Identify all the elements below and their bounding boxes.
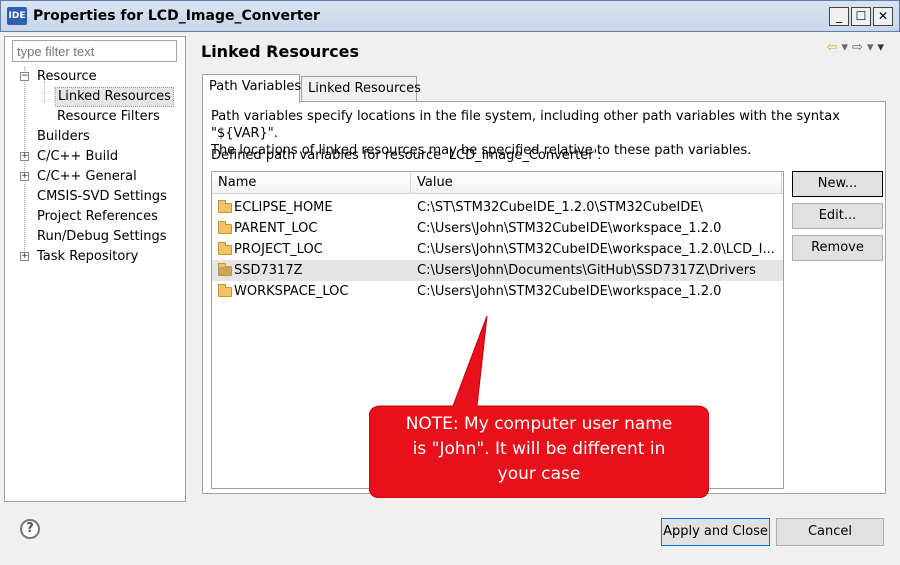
tree-item-linked-resources[interactable]: Linked Resources (5, 87, 185, 107)
apply-and-close-button[interactable]: Apply and Close (661, 518, 770, 546)
expand-icon[interactable]: + (20, 172, 29, 181)
variable-value: C:\Users\John\Documents\GitHub\SSD7317Z\… (417, 263, 756, 278)
column-header-value[interactable]: Value (411, 172, 782, 194)
tab-path-variables[interactable]: Path Variables (202, 74, 301, 103)
table-row[interactable]: WORKSPACE_LOC C:\Users\John\STM32CubeIDE… (212, 281, 783, 302)
tree-item-resource[interactable]: − Resource (5, 67, 185, 87)
tree-item-cmsis-svd-settings[interactable]: CMSIS-SVD Settings (5, 187, 185, 207)
tree-item-label: Project References (37, 209, 158, 224)
defined-variables-label: Defined path variables for resource 'LCD… (211, 148, 602, 163)
description-line: Path variables specify locations in the … (211, 109, 840, 141)
tree-item-cpp-general[interactable]: + C/C++ General (5, 167, 185, 187)
help-icon[interactable]: ? (20, 519, 40, 539)
variable-value: C:\Users\John\STM32CubeIDE\workspace_1.2… (417, 242, 775, 257)
ide-app-icon: IDE (7, 7, 27, 25)
tab-linked-resources[interactable]: Linked Resources (301, 76, 421, 102)
tree-item-run-debug-settings[interactable]: Run/Debug Settings (5, 227, 185, 247)
table-row[interactable]: PARENT_LOC C:\Users\John\STM32CubeIDE\wo… (212, 218, 783, 239)
tree-item-task-repository[interactable]: + Task Repository (5, 247, 185, 267)
edit-button[interactable]: Edit... (792, 203, 883, 229)
folder-icon (218, 263, 232, 276)
tree-item-label: CMSIS-SVD Settings (37, 189, 167, 204)
tree-item-resource-filters[interactable]: Resource Filters (5, 107, 185, 127)
properties-dialog: − Resource Linked Resources Resource Fil… (0, 32, 900, 565)
variable-name: SSD7317Z (234, 263, 303, 278)
tree-item-label: Linked Resources (55, 87, 174, 107)
new-button[interactable]: New... (792, 171, 883, 197)
page-title: Linked Resources (201, 42, 359, 61)
tree-item-label: Builders (37, 129, 90, 144)
tree-item-cpp-build[interactable]: + C/C++ Build (5, 147, 185, 167)
window-title: Properties for LCD_Image_Converter (33, 8, 320, 24)
folder-icon (218, 200, 232, 213)
table-row[interactable]: PROJECT_LOC C:\Users\John\STM32CubeIDE\w… (212, 239, 783, 260)
tree-item-label: C/C++ General (37, 169, 137, 184)
variable-value: C:\Users\John\STM32CubeIDE\workspace_1.2… (417, 221, 722, 236)
folder-icon (218, 242, 232, 255)
maximize-button[interactable]: ☐ (851, 7, 871, 26)
left-navigation: − Resource Linked Resources Resource Fil… (4, 36, 186, 502)
forward-arrow-icon[interactable]: ⇨ (852, 40, 867, 55)
forward-menu-chevron-icon[interactable]: ▾ (867, 40, 878, 55)
back-menu-chevron-icon[interactable]: ▾ (842, 40, 853, 55)
callout-line: is "John". It will be different in (412, 439, 666, 459)
tree-item-project-references[interactable]: Project References (5, 207, 185, 227)
view-menu-chevron-icon[interactable]: ▾ (877, 40, 888, 55)
table-header: Name Value (212, 172, 783, 194)
back-arrow-icon[interactable]: ⇦ (827, 40, 842, 55)
callout-line: NOTE: My computer user name (405, 414, 673, 434)
folder-icon (218, 221, 232, 234)
close-button[interactable]: ✕ (873, 7, 893, 26)
variable-name: ECLIPSE_HOME (234, 200, 333, 215)
note-callout: NOTE: My computer user name is "John". I… (369, 316, 709, 498)
collapse-icon[interactable]: − (20, 72, 29, 81)
tree-item-builders[interactable]: Builders (5, 127, 185, 147)
tree-item-label: Task Repository (37, 249, 139, 264)
minimize-button[interactable]: _ (829, 7, 849, 26)
callout-text: NOTE: My computer user name is "John". I… (369, 412, 709, 487)
cancel-button[interactable]: Cancel (776, 518, 884, 546)
expand-icon[interactable]: + (20, 252, 29, 261)
variable-name: PROJECT_LOC (234, 242, 323, 257)
title-bar: IDE Properties for LCD_Image_Converter _… (0, 0, 900, 32)
table-row[interactable]: ECLIPSE_HOME C:\ST\STM32CubeIDE_1.2.0\ST… (212, 197, 783, 218)
property-tree: − Resource Linked Resources Resource Fil… (5, 67, 185, 267)
tree-item-label: Run/Debug Settings (37, 229, 167, 244)
expand-icon[interactable]: + (20, 152, 29, 161)
folder-icon (218, 284, 232, 297)
variable-value: C:\ST\STM32CubeIDE_1.2.0\STM32CubeIDE\ (417, 200, 703, 215)
filter-input[interactable] (12, 40, 177, 62)
variable-name: PARENT_LOC (234, 221, 318, 236)
variable-name: WORKSPACE_LOC (234, 284, 349, 299)
tree-item-label: C/C++ Build (37, 149, 119, 164)
callout-line: your case (497, 464, 581, 484)
history-navigation: ⇦▾⇨▾▾ (827, 40, 888, 55)
column-header-name[interactable]: Name (212, 172, 411, 194)
table-row[interactable]: SSD7317Z C:\Users\John\Documents\GitHub\… (212, 260, 783, 281)
remove-button[interactable]: Remove (792, 235, 883, 261)
variable-value: C:\Users\John\STM32CubeIDE\workspace_1.2… (417, 284, 722, 299)
tree-item-label: Resource (37, 69, 97, 84)
tree-item-label: Resource Filters (57, 109, 160, 124)
